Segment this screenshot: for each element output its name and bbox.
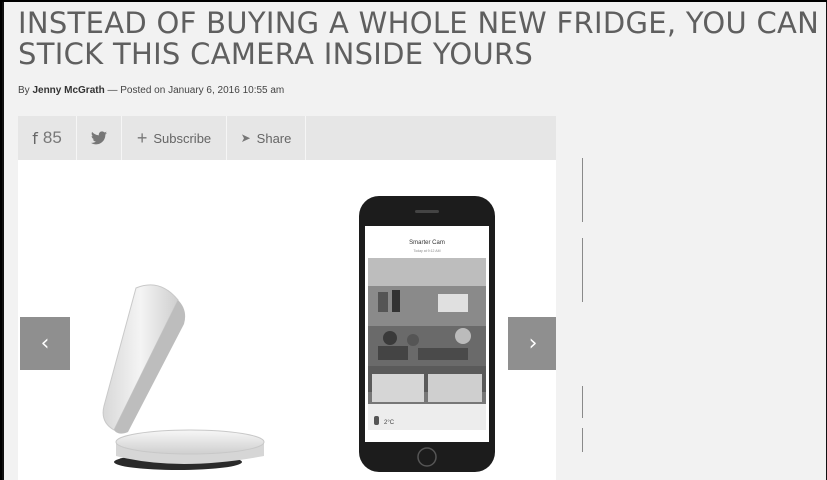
facebook-share-button[interactable]: f 85: [18, 116, 77, 160]
sidebar-divider: [582, 428, 583, 452]
gallery-next-button[interactable]: ›: [508, 317, 556, 370]
camera-device: [102, 284, 265, 470]
sidebar-divider: [582, 158, 583, 222]
posted-date: — Posted on January 6, 2016 10:55 am: [104, 85, 285, 96]
share-bar: f 85 + Subscribe ➤ Share: [18, 116, 556, 160]
share-label: Share: [256, 130, 292, 146]
gallery-image: Smarter Cam Today at 9:12 AM 2°C: [102, 196, 495, 472]
facebook-icon: f: [32, 128, 38, 148]
image-gallery: Smarter Cam Today at 9:12 AM 2°C ‹ ›: [18, 160, 556, 480]
byline-prefix: By: [18, 85, 33, 96]
article-page: INSTEAD OF BUYING A WHOLE NEW FRIDGE, YO…: [2, 2, 827, 480]
share-arrow-icon: ➤: [240, 131, 251, 145]
app-subtitle: Today at 9:12 AM: [413, 249, 440, 253]
subscribe-label: Subscribe: [153, 130, 212, 146]
twitter-icon: [91, 131, 107, 145]
sidebar-divider: [582, 386, 583, 418]
subscribe-button[interactable]: + Subscribe: [122, 116, 227, 160]
plus-icon: +: [136, 127, 148, 148]
twitter-share-button[interactable]: [77, 116, 122, 160]
temperature-readout: 2°C: [384, 420, 395, 426]
facebook-share-count: 85: [42, 128, 62, 147]
chevron-right-icon: ›: [528, 331, 538, 356]
share-button[interactable]: ➤ Share: [227, 116, 306, 160]
chevron-left-icon: ‹: [40, 331, 50, 356]
sidebar-divider: [582, 238, 583, 302]
article-byline: By Jenny McGrath — Posted on January 6, …: [18, 85, 284, 96]
phone-mockup: Smarter Cam Today at 9:12 AM 2°C: [359, 196, 495, 472]
gallery-prev-button[interactable]: ‹: [20, 317, 70, 370]
app-title: Smarter Cam: [409, 240, 445, 246]
article-headline: INSTEAD OF BUYING A WHOLE NEW FRIDGE, YO…: [18, 6, 820, 71]
author-link[interactable]: Jenny McGrath: [32, 85, 104, 96]
